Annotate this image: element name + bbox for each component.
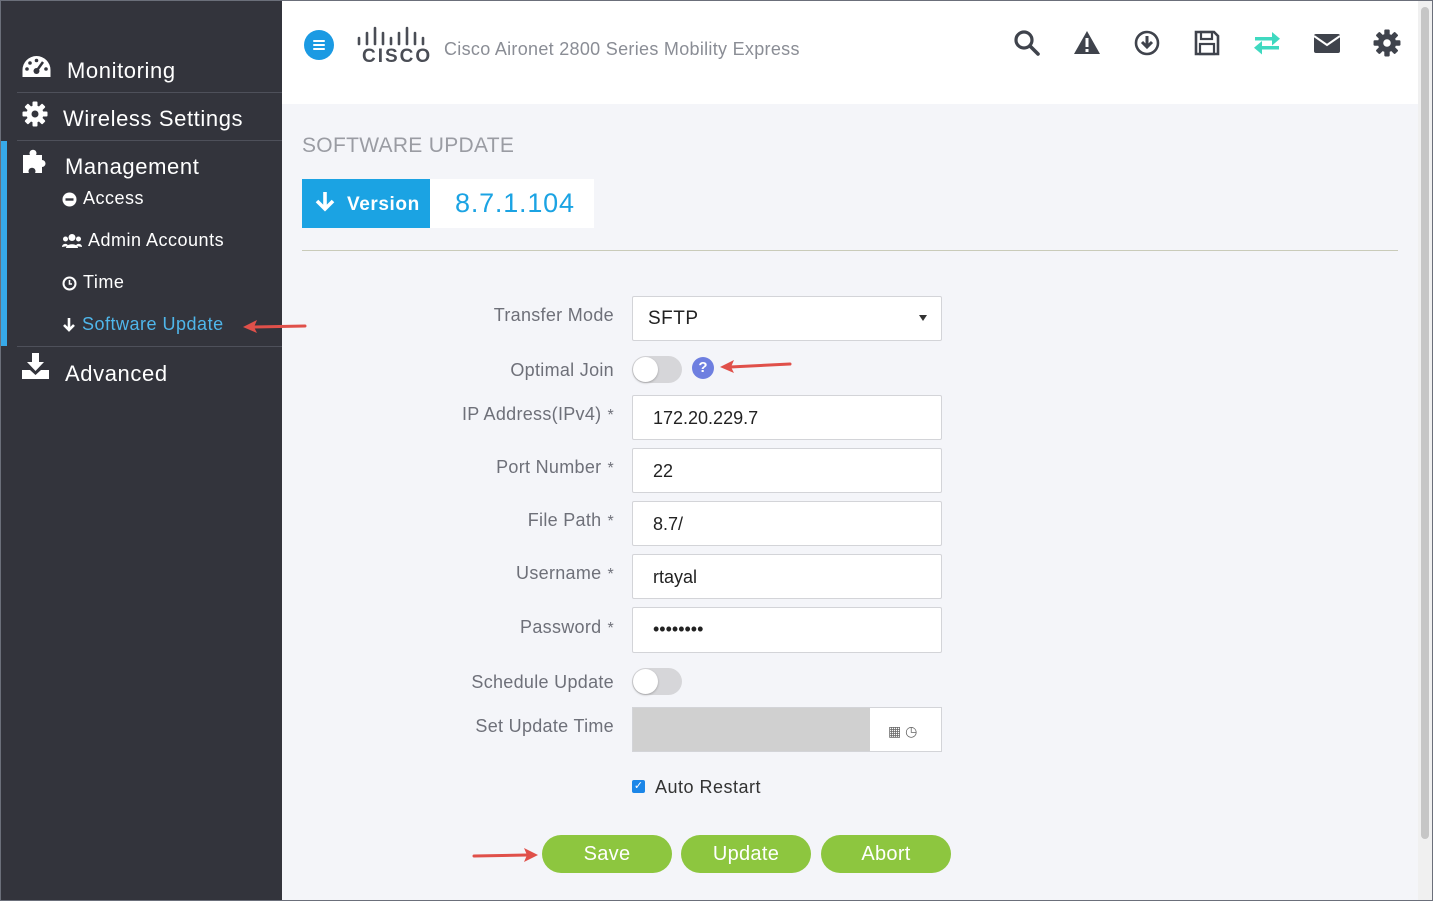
set-update-time-label: Set Update Time bbox=[475, 716, 614, 736]
cisco-logo: CISCO bbox=[362, 46, 433, 67]
sidebar-item-management[interactable]: Management bbox=[1, 146, 282, 186]
file-path-input[interactable]: 8.7/ bbox=[632, 501, 942, 546]
sidebar-item-label: Software Update bbox=[82, 314, 224, 334]
password-label: Password * bbox=[520, 617, 614, 637]
sidebar: Monitoring Wireless Settings Management … bbox=[1, 1, 282, 900]
sidebar-item-label: Access bbox=[83, 188, 145, 208]
file-path-label: File Path * bbox=[527, 510, 614, 530]
dashboard-icon bbox=[22, 56, 51, 77]
cisco-bridge-icon bbox=[357, 26, 425, 46]
sidebar-item-time[interactable]: Time bbox=[62, 272, 124, 293]
arrow-down-icon bbox=[63, 318, 75, 333]
menu-toggle-button[interactable] bbox=[304, 30, 334, 60]
sidebar-item-label: Admin Accounts bbox=[88, 230, 225, 250]
alert-icon[interactable] bbox=[1073, 29, 1101, 57]
mail-icon[interactable] bbox=[1313, 29, 1341, 57]
save-icon[interactable] bbox=[1193, 29, 1221, 57]
sidebar-item-access[interactable]: Access bbox=[62, 188, 144, 209]
password-input[interactable]: •••••••• bbox=[632, 607, 942, 653]
annotation-arrow-icon bbox=[472, 848, 538, 862]
abort-button[interactable]: Abort bbox=[821, 835, 951, 873]
scrollbar-thumb[interactable] bbox=[1421, 7, 1429, 839]
sidebar-item-monitoring[interactable]: Monitoring bbox=[1, 51, 282, 91]
transfer-mode-value: SFTP bbox=[648, 308, 699, 329]
sidebar-item-software-update[interactable]: Software Update bbox=[62, 314, 224, 335]
page-title: SOFTWARE UPDATE bbox=[302, 134, 515, 157]
clock-icon bbox=[62, 276, 77, 291]
sidebar-item-label: Management bbox=[65, 154, 200, 179]
app-window: Monitoring Wireless Settings Management … bbox=[0, 0, 1433, 901]
annotation-arrow-icon bbox=[720, 360, 792, 373]
schedule-update-toggle[interactable] bbox=[632, 668, 682, 695]
download-circle-icon[interactable] bbox=[1133, 29, 1161, 57]
divider bbox=[17, 92, 282, 93]
sidebar-item-label: Advanced bbox=[65, 361, 168, 386]
sidebar-item-label: Monitoring bbox=[67, 58, 176, 83]
update-time-input bbox=[633, 708, 870, 751]
version-label: Version bbox=[347, 194, 420, 215]
set-update-time-field: ▦ ◷ bbox=[632, 707, 942, 752]
sidebar-item-label: Wireless Settings bbox=[63, 106, 244, 131]
annotation-arrow-icon bbox=[243, 320, 307, 333]
settings-gear-icon[interactable] bbox=[1373, 29, 1401, 57]
top-header: CISCO Cisco Aironet 2800 Series Mobility… bbox=[282, 1, 1418, 104]
sidebar-item-label: Time bbox=[83, 272, 125, 292]
divider bbox=[17, 140, 282, 141]
transfer-mode-label: Transfer Mode bbox=[493, 305, 614, 325]
update-button[interactable]: Update bbox=[681, 835, 811, 873]
sidebar-item-admin-accounts[interactable]: Admin Accounts bbox=[62, 230, 224, 251]
caret-down-icon bbox=[919, 315, 927, 321]
version-value-box: 8.7.1.104 bbox=[430, 179, 594, 228]
sidebar-item-advanced[interactable]: Advanced bbox=[1, 352, 282, 392]
puzzle-icon bbox=[23, 149, 46, 173]
minus-circle-icon bbox=[62, 192, 77, 207]
ip-address-label: IP Address(IPv4) * bbox=[461, 404, 614, 424]
schedule-update-label: Schedule Update bbox=[471, 672, 614, 692]
save-button[interactable]: Save bbox=[542, 835, 672, 873]
optimal-join-toggle[interactable] bbox=[632, 356, 682, 383]
ip-address-input[interactable]: 172.20.229.7 bbox=[632, 395, 942, 440]
download-tray-icon bbox=[22, 353, 49, 379]
sidebar-item-wireless-settings[interactable]: Wireless Settings bbox=[1, 98, 282, 138]
version-value: 8.7.1.104 bbox=[455, 188, 575, 218]
divider bbox=[17, 346, 282, 347]
version-badge: Version bbox=[302, 179, 430, 228]
auto-restart-checkbox[interactable]: ✓ bbox=[632, 780, 645, 793]
help-icon[interactable]: ? bbox=[692, 357, 714, 379]
auto-restart-label: Auto Restart bbox=[655, 777, 762, 797]
transfer-icon[interactable] bbox=[1253, 29, 1281, 57]
transfer-mode-select[interactable]: SFTP bbox=[632, 296, 942, 341]
optimal-join-label: Optimal Join bbox=[510, 360, 614, 380]
port-number-label: Port Number * bbox=[496, 457, 614, 477]
section-divider bbox=[302, 250, 1398, 251]
users-icon bbox=[62, 234, 82, 249]
port-number-input[interactable]: 22 bbox=[632, 448, 942, 493]
calendar-clock-icon[interactable]: ▦ ◷ bbox=[888, 723, 917, 740]
arrow-down-icon bbox=[315, 192, 335, 212]
username-label: Username * bbox=[516, 563, 614, 583]
search-icon[interactable] bbox=[1013, 29, 1041, 57]
product-title: Cisco Aironet 2800 Series Mobility Expre… bbox=[444, 39, 800, 59]
username-input[interactable]: rtayal bbox=[632, 554, 942, 599]
gear-icon bbox=[22, 101, 48, 127]
